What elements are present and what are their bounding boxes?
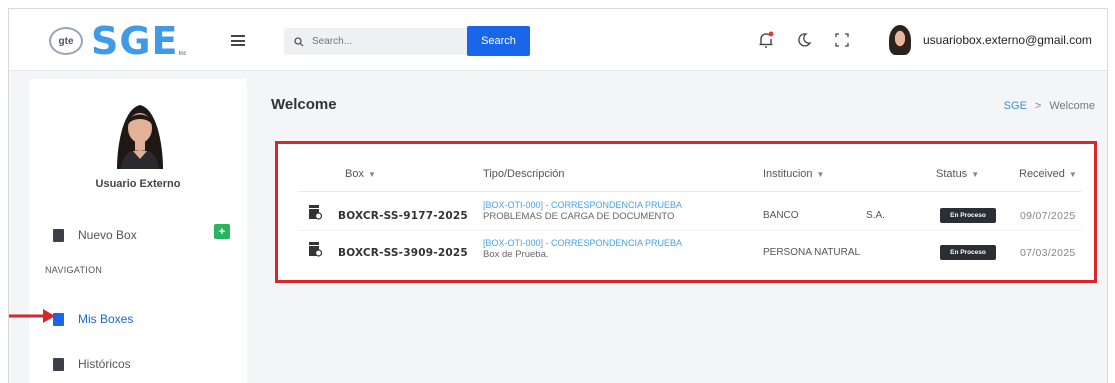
boxes-table: Box ▼ Tipo/Descripción Institucion ▼ Statu… — [275, 141, 1097, 283]
profile-avatar — [117, 105, 163, 169]
header-divider — [298, 191, 1082, 192]
breadcrumb: SGE > Welcome — [1004, 100, 1095, 112]
box-id[interactable]: BOXCR-SS-9177-2025 — [338, 210, 468, 222]
header-actions — [757, 31, 851, 49]
status-badge: En Proceso — [940, 208, 996, 223]
status-badge: En Proceso — [940, 245, 996, 260]
breadcrumb-current: Welcome — [1049, 100, 1095, 112]
notification-bell-icon[interactable] — [757, 31, 775, 49]
logo-text: SGE — [91, 19, 179, 63]
app-logo[interactable]: gte SGE Inc — [49, 19, 187, 63]
box-archive-icon[interactable] — [308, 205, 322, 220]
tipo-link[interactable]: [BOX-OTI-000] - CORRESPONDENCIA PRUEBA — [483, 200, 682, 210]
history-icon — [53, 357, 64, 371]
column-header-received[interactable]: Received ▼ — [1019, 168, 1077, 180]
dark-mode-moon-icon[interactable] — [795, 31, 813, 49]
filter-icon[interactable]: ▼ — [817, 170, 825, 179]
profile-name: Usuario Externo — [95, 178, 181, 190]
tipo-link[interactable]: [BOX-OTI-000] - CORRESPONDENCIA PRUEBA — [483, 238, 682, 248]
new-box-plus-button[interactable]: + — [214, 224, 230, 239]
filter-icon[interactable]: ▼ — [1069, 170, 1077, 179]
user-email: usuariobox.externo@gmail.com — [923, 33, 1092, 47]
received-date: 09/07/2025 — [1020, 210, 1076, 222]
search-icon — [294, 36, 304, 46]
sidebar-item-historicos[interactable]: Históricos — [53, 357, 131, 371]
row-divider — [298, 230, 1082, 231]
institucion-name: PERSONA NATURAL — [763, 247, 861, 258]
box-archive-icon[interactable] — [308, 242, 322, 257]
menu-toggle-icon[interactable] — [231, 35, 245, 46]
column-header-tipo: Tipo/Descripción — [483, 168, 565, 180]
breadcrumb-separator: > — [1034, 100, 1042, 112]
sidebar-item-mis-boxes[interactable]: Mis Boxes — [53, 312, 133, 326]
breadcrumb-root-link[interactable]: SGE — [1004, 100, 1027, 112]
add-box-icon — [53, 228, 64, 242]
top-bar: gte SGE Inc Search... Search usuariobox.… — [9, 9, 1107, 71]
user-menu[interactable]: usuariobox.externo@gmail.com — [889, 25, 1092, 55]
search-box — [284, 28, 469, 55]
sidebar: Usuario Externo Nuevo Box + NAVIGATION M… — [29, 79, 247, 383]
box-id[interactable]: BOXCR-SS-3909-2025 — [338, 247, 468, 259]
navigation-heading: NAVIGATION — [45, 265, 103, 275]
received-date: 07/03/2025 — [1020, 247, 1076, 259]
column-header-status[interactable]: Status ▼ — [936, 168, 979, 180]
institucion-suffix: S.A. — [866, 210, 885, 221]
app-window: gte SGE Inc Search... Search usuariobox.… — [8, 8, 1108, 383]
sidebar-item-nuevo-box[interactable]: Nuevo Box — [53, 228, 137, 242]
description-text: Box de Prueba. — [483, 249, 549, 260]
search-input[interactable] — [312, 36, 452, 47]
logo-badge: gte — [49, 27, 83, 55]
table-row-description: [BOX-OTI-000] - CORRESPONDENCIA PRUEBA P… — [483, 200, 682, 222]
description-text: PROBLEMAS DE CARGA DE DOCUMENTO — [483, 211, 675, 222]
filter-icon[interactable]: ▼ — [368, 170, 376, 179]
table-row-description: [BOX-OTI-000] - CORRESPONDENCIA PRUEBA B… — [483, 238, 682, 260]
filter-icon[interactable]: ▼ — [971, 170, 979, 179]
annotation-arrow-icon — [9, 309, 55, 323]
institucion-name: BANCO — [763, 210, 799, 221]
user-avatar — [889, 25, 911, 55]
sidebar-item-label: Históricos — [78, 357, 131, 371]
sidebar-item-label: Nuevo Box — [78, 228, 137, 242]
page-title: Welcome — [271, 96, 337, 113]
search-button[interactable]: Search — [467, 26, 530, 56]
sidebar-item-label: Mis Boxes — [78, 312, 134, 326]
fullscreen-icon[interactable] — [833, 31, 851, 49]
column-header-institucion[interactable]: Institucion ▼ — [763, 168, 824, 180]
logo-subtext: Inc — [178, 51, 187, 57]
column-header-box[interactable]: Box ▼ — [345, 168, 376, 180]
